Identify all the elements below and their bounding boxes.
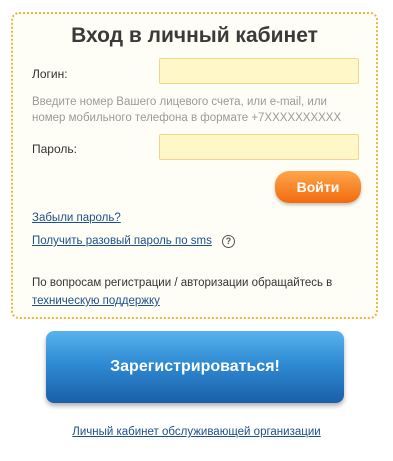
login-input[interactable] xyxy=(159,58,359,84)
help-circle-icon[interactable]: ? xyxy=(222,235,235,248)
organization-cabinet-link[interactable]: Личный кабинет обслуживающей организации xyxy=(0,426,393,438)
password-input[interactable] xyxy=(159,134,359,160)
login-label: Логин: xyxy=(32,67,68,81)
register-button[interactable]: Зарегистрироваться! xyxy=(46,331,344,403)
support-link[interactable]: техническую поддержку xyxy=(32,295,160,307)
support-message: По вопросам регистрации / авторизации об… xyxy=(32,277,333,289)
login-hint: Введите номер Вашего лицевого счета, или… xyxy=(32,96,342,124)
forgot-password-link[interactable]: Забыли пароль? xyxy=(32,212,121,224)
login-button[interactable]: Войти xyxy=(275,171,361,203)
support-text: По вопросам регистрации / авторизации об… xyxy=(32,274,362,310)
password-label: Пароль: xyxy=(32,142,77,156)
sms-password-link[interactable]: Получить разовый пароль по sms xyxy=(32,235,212,247)
login-panel: Вход в личный кабинет Логин: Введите ном… xyxy=(11,12,378,319)
page-title: Вход в личный кабинет xyxy=(71,24,318,47)
